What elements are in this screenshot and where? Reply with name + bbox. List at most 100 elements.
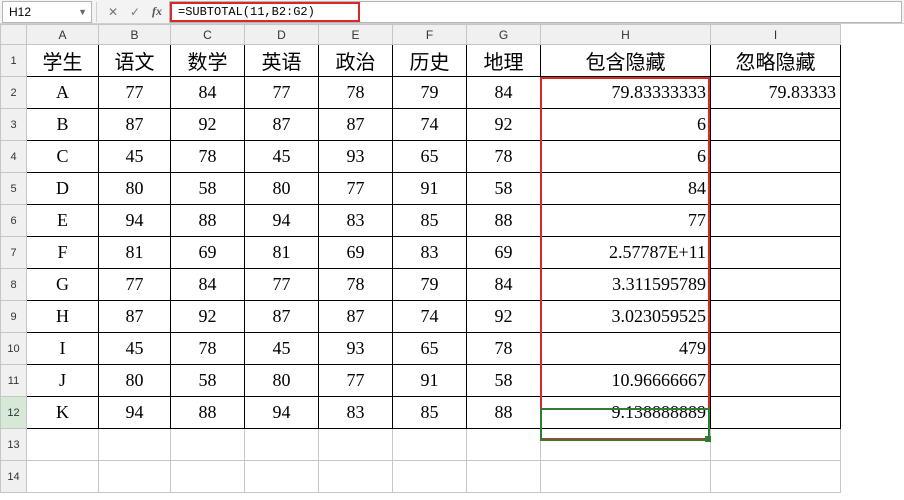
cell[interactable] [171,429,245,461]
cell[interactable]: 87 [245,301,319,333]
cell[interactable]: 74 [393,301,467,333]
cell[interactable]: 学生 [27,45,99,77]
cell[interactable]: 79 [393,269,467,301]
col-header-E[interactable]: E [319,25,393,45]
cell[interactable]: 479 [541,333,711,365]
formula-input[interactable]: =SUBTOTAL(11,B2:G2) [170,2,360,22]
cell[interactable]: 77 [99,77,171,109]
cell[interactable]: E [27,205,99,237]
row-header[interactable]: 1 [1,45,27,77]
cell[interactable] [319,461,393,493]
row-header[interactable]: 11 [1,365,27,397]
cell[interactable] [27,429,99,461]
cell[interactable]: 85 [393,205,467,237]
cell[interactable]: 45 [245,141,319,173]
cell[interactable] [711,237,841,269]
cell[interactable] [99,429,171,461]
cell[interactable]: 79.83333333 [541,77,711,109]
cell[interactable]: 58 [467,173,541,205]
cell[interactable]: 3.023059525 [541,301,711,333]
cell[interactable]: 87 [319,109,393,141]
cell[interactable]: 78 [171,333,245,365]
cell[interactable]: 80 [99,365,171,397]
cell[interactable]: 74 [393,109,467,141]
cell[interactable] [467,429,541,461]
cell[interactable] [27,461,99,493]
enter-icon[interactable]: ✓ [127,5,143,19]
cell[interactable]: 81 [245,237,319,269]
cell[interactable]: 77 [319,173,393,205]
cell[interactable]: 91 [393,173,467,205]
cell[interactable]: 87 [99,301,171,333]
row-header[interactable]: 3 [1,109,27,141]
cell[interactable]: 80 [99,173,171,205]
cell[interactable]: 92 [171,109,245,141]
cell[interactable]: 英语 [245,45,319,77]
row-header[interactable]: 10 [1,333,27,365]
col-header-I[interactable]: I [711,25,841,45]
cell[interactable]: 87 [99,109,171,141]
cell[interactable] [711,397,841,429]
cell[interactable]: 94 [99,205,171,237]
cell[interactable] [711,269,841,301]
cell[interactable] [393,461,467,493]
cell[interactable]: 83 [319,397,393,429]
cell[interactable]: 88 [171,205,245,237]
cell[interactable]: 6 [541,141,711,173]
cell[interactable]: 94 [245,205,319,237]
col-header-A[interactable]: A [27,25,99,45]
cell[interactable]: 78 [467,333,541,365]
cell[interactable]: 历史 [393,45,467,77]
cell[interactable]: 忽略隐藏 [711,45,841,77]
cell[interactable]: 77 [245,77,319,109]
cell[interactable] [99,461,171,493]
cell[interactable]: 93 [319,333,393,365]
row-header[interactable]: 9 [1,301,27,333]
cell[interactable] [711,173,841,205]
cell[interactable]: 45 [245,333,319,365]
cell[interactable]: 93 [319,141,393,173]
cell[interactable]: B [27,109,99,141]
cell[interactable]: 78 [171,141,245,173]
cell[interactable]: 87 [319,301,393,333]
cell[interactable]: 84 [541,173,711,205]
cell[interactable] [711,333,841,365]
select-all-corner[interactable] [1,25,27,45]
col-header-B[interactable]: B [99,25,171,45]
row-header[interactable]: 12 [1,397,27,429]
cell[interactable]: 81 [99,237,171,269]
col-header-H[interactable]: H [541,25,711,45]
cell[interactable]: 78 [467,141,541,173]
cell[interactable]: 91 [393,365,467,397]
row-header[interactable]: 6 [1,205,27,237]
cell[interactable]: 84 [467,77,541,109]
cell[interactable]: 80 [245,365,319,397]
cell[interactable]: 45 [99,333,171,365]
cell[interactable]: 79.83333 [711,77,841,109]
cell[interactable]: 84 [171,269,245,301]
cell[interactable]: F [27,237,99,269]
cell[interactable]: 6 [541,109,711,141]
cell[interactable] [711,301,841,333]
row-header[interactable]: 13 [1,429,27,461]
row-header[interactable]: 14 [1,461,27,493]
cell[interactable]: 85 [393,397,467,429]
cell[interactable]: 10.96666667 [541,365,711,397]
col-header-C[interactable]: C [171,25,245,45]
cell[interactable]: 58 [171,365,245,397]
cell[interactable]: K [27,397,99,429]
cell[interactable]: 58 [171,173,245,205]
cell[interactable]: A [27,77,99,109]
cell[interactable] [541,461,711,493]
col-header-F[interactable]: F [393,25,467,45]
cell[interactable]: H [27,301,99,333]
cell[interactable]: 77 [541,205,711,237]
cell[interactable] [711,365,841,397]
cell[interactable] [171,461,245,493]
cell[interactable]: 65 [393,141,467,173]
cell[interactable]: 58 [467,365,541,397]
fx-icon[interactable]: fx [149,4,165,19]
cell[interactable]: 87 [245,109,319,141]
row-header[interactable]: 7 [1,237,27,269]
cell[interactable] [245,461,319,493]
